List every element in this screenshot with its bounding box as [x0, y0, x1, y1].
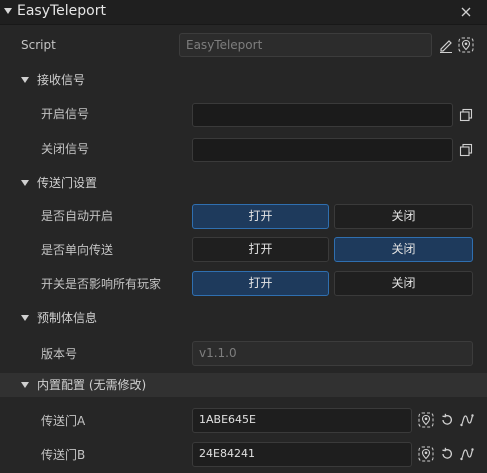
component-title: EasyTeleport: [17, 3, 106, 19]
close-signal-label: 关闭信号: [41, 142, 90, 156]
affect-all-off-button[interactable]: 关闭: [334, 271, 473, 296]
prefab-section-header[interactable]: 预制体信息: [37, 310, 97, 326]
one-way-on-button[interactable]: 打开: [192, 237, 329, 262]
locate-icon[interactable]: [418, 412, 434, 428]
reset-icon[interactable]: [440, 413, 454, 427]
open-signal-field[interactable]: [192, 103, 453, 127]
version-field: v1.1.0: [192, 341, 473, 366]
curve-icon[interactable]: [460, 447, 474, 461]
close-icon[interactable]: [458, 4, 474, 20]
section-caret-icon[interactable]: [21, 180, 29, 186]
section-caret-icon[interactable]: [21, 77, 29, 83]
locate-icon[interactable]: [418, 446, 434, 462]
reset-icon[interactable]: [440, 447, 454, 461]
script-field[interactable]: EasyTeleport: [179, 33, 432, 57]
component-header[interactable]: EasyTeleport: [0, 0, 487, 25]
collapse-caret-icon[interactable]: [4, 8, 12, 14]
portal-a-label: 传送门A: [41, 414, 86, 428]
auto-open-label: 是否自动开启: [41, 209, 114, 223]
affect-all-on-button[interactable]: 打开: [192, 271, 329, 296]
portal-section-header[interactable]: 传送门设置: [37, 175, 97, 191]
version-label: 版本号: [41, 347, 78, 361]
copy-icon[interactable]: [459, 108, 473, 122]
edit-icon[interactable]: [438, 37, 454, 53]
locate-icon[interactable]: [458, 37, 474, 53]
portal-b-label: 传送门B: [41, 448, 86, 462]
auto-open-on-button[interactable]: 打开: [192, 204, 329, 229]
builtin-section-header[interactable]: 内置配置 (无需修改): [37, 377, 146, 393]
curve-icon[interactable]: [460, 413, 474, 427]
section-caret-icon[interactable]: [21, 315, 29, 321]
one-way-label: 是否单向传送: [41, 243, 114, 257]
one-way-off-button[interactable]: 关闭: [334, 237, 473, 262]
section-caret-icon[interactable]: [21, 382, 29, 388]
portal-b-field[interactable]: 24E84241: [192, 442, 412, 467]
affect-all-players-label: 开关是否影响所有玩家: [41, 277, 162, 291]
auto-open-off-button[interactable]: 关闭: [334, 204, 473, 229]
inspector-panel: EasyTeleport Script EasyTeleport 接收信号 开启…: [0, 0, 487, 473]
script-label: Script: [21, 38, 56, 52]
copy-icon[interactable]: [459, 143, 473, 157]
open-signal-label: 开启信号: [41, 107, 90, 121]
portal-a-field[interactable]: 1ABE645E: [192, 408, 412, 433]
close-signal-field[interactable]: [192, 138, 453, 162]
receive-section-header[interactable]: 接收信号: [37, 72, 85, 88]
